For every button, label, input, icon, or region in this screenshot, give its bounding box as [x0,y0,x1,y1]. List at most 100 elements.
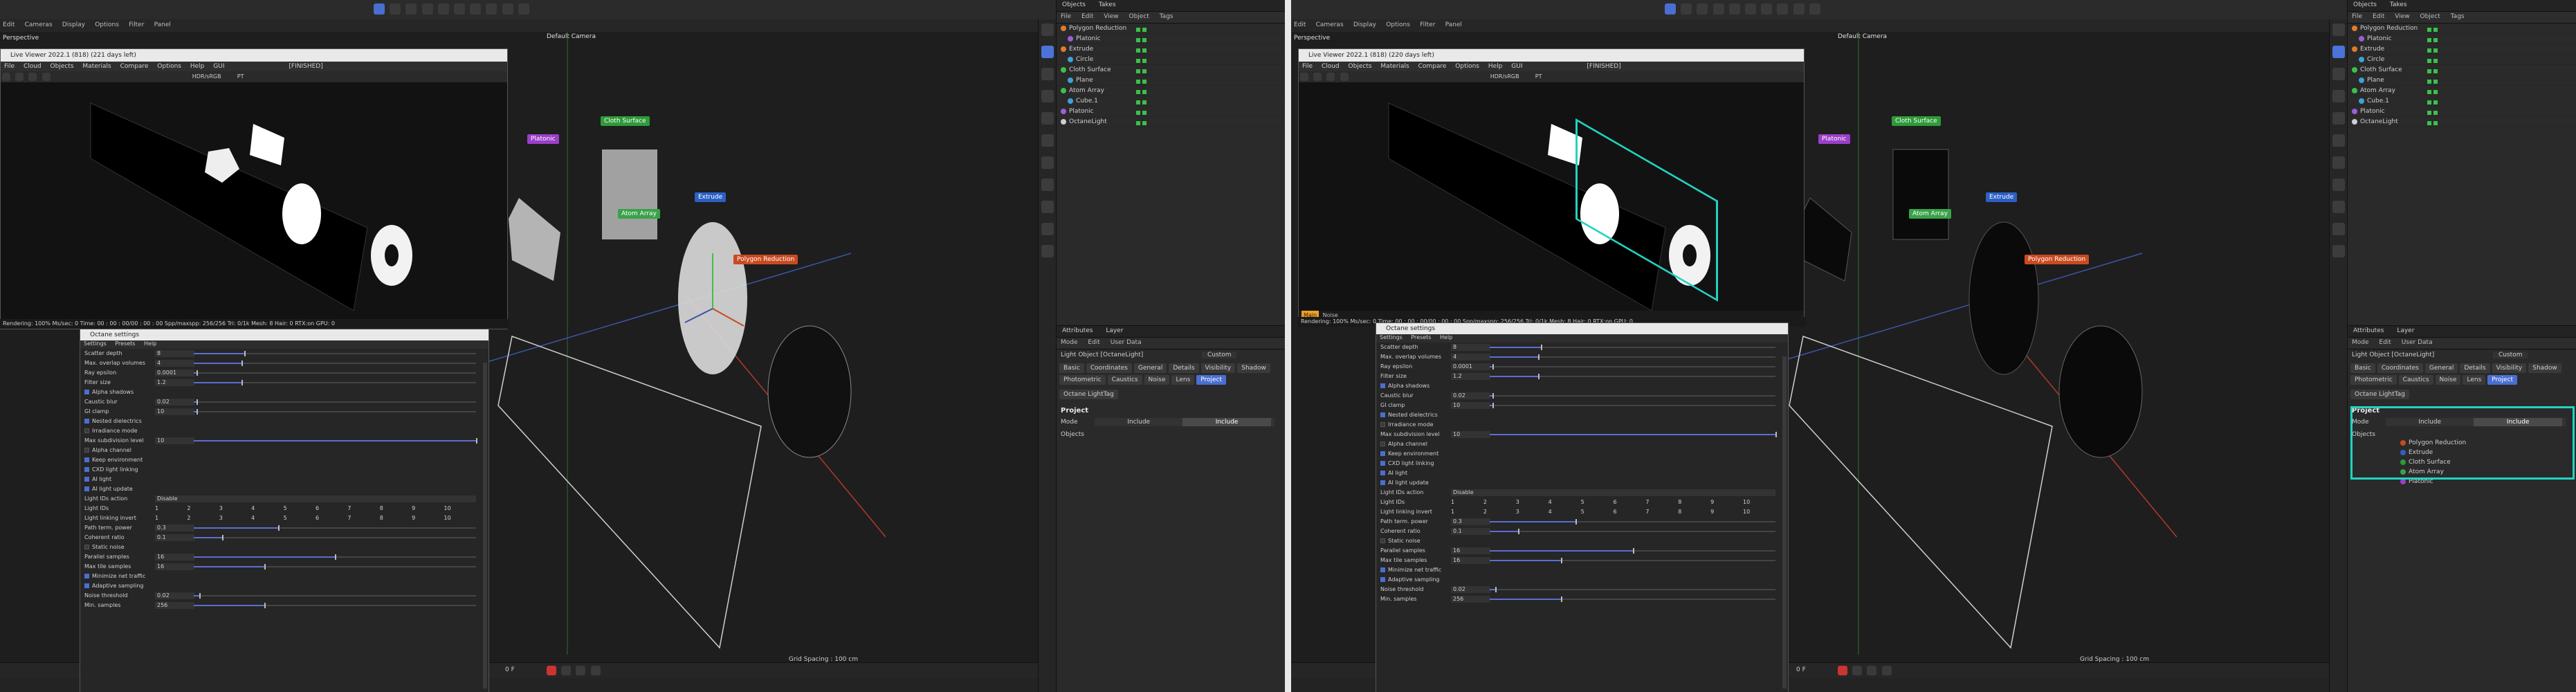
os-row-value[interactable]: 0.3 [1451,518,1490,525]
scale-tool-icon-right[interactable] [1681,3,1692,15]
objects-menu-edit-right[interactable]: Edit [2368,12,2388,21]
os-light-id-checkbox[interactable]: 10 [444,504,476,513]
octane-settings-window[interactable]: Octane settings Settings Presets Help Sc… [80,329,489,692]
attr-preset[interactable]: Custom [1202,352,1237,358]
menu-display[interactable]: Display [62,21,85,28]
render-settings-icon[interactable] [453,3,465,15]
os-light-id-checkbox[interactable]: 5 [1581,507,1614,517]
lv-stop-icon[interactable] [42,73,51,81]
os-slider-knob[interactable] [1561,558,1563,563]
objects-menu-file[interactable]: File [1057,12,1075,21]
grid-icon-right[interactable] [2332,90,2345,102]
os-row-slider[interactable] [1490,558,1775,563]
render-check-icon[interactable] [1142,90,1147,94]
light-icon-right[interactable] [1809,3,1820,15]
object-row[interactable]: Extrude [1057,44,1285,55]
os-slider-knob[interactable] [476,438,477,444]
render-check-icon[interactable] [1142,48,1147,53]
os-slider-knob[interactable] [1538,374,1540,379]
os-light-id-checkbox[interactable]: 5 [284,504,316,513]
object-row[interactable]: Platonic [1057,107,1285,117]
light-icon[interactable] [518,3,529,15]
os-row-value[interactable]: 0.02 [1451,586,1490,593]
select-tool-icon[interactable] [421,3,433,15]
model-icon[interactable] [1041,46,1054,58]
os-checkbox[interactable] [84,486,89,491]
os-checkbox[interactable] [1380,441,1385,446]
tab-objects-right[interactable]: Objects [2348,0,2382,10]
tag-atom-array-right[interactable]: Atom Array [1909,209,1951,219]
os-row-value[interactable]: 4 [1451,354,1490,361]
os-row-value[interactable]: 16 [1451,557,1490,564]
attr-menu-mode[interactable]: Mode [1057,338,1082,347]
os-checkbox[interactable] [84,467,89,472]
lv-menu-cloud[interactable]: Cloud [20,63,45,70]
os-checkbox[interactable] [84,583,89,588]
attr-section-tab[interactable]: Visibility [2492,363,2527,373]
render-check-icon[interactable] [2433,111,2438,115]
os-row-slider[interactable] [1490,393,1775,399]
objects-menu-file-right[interactable]: File [2348,12,2366,21]
pen-icon-right[interactable] [1777,3,1789,15]
render-check-icon[interactable] [2433,80,2438,84]
render-check-icon[interactable] [2433,48,2438,53]
os-slider-knob[interactable] [278,525,280,531]
camera-icon-right[interactable] [1793,3,1805,15]
visibility-check-icon[interactable] [1136,100,1140,104]
os-row-slider[interactable] [1490,403,1775,408]
object-row[interactable]: OctaneLight [2348,117,2576,127]
text-icon[interactable] [1041,68,1054,80]
os-slider-knob[interactable] [197,399,199,405]
cube-icon[interactable] [470,3,482,15]
visibility-check-icon[interactable] [2427,111,2431,115]
object-row[interactable]: Atom Array [2348,86,2576,96]
os-row-value[interactable]: 8 [155,350,194,357]
os-slider-knob[interactable] [241,380,244,385]
os-row-value[interactable]: 0.0001 [155,370,194,376]
os-row-value[interactable]: 0.02 [155,592,194,599]
attr-section-tab[interactable]: Project [1196,375,1227,385]
attr-section-tab[interactable]: Photometric [1059,375,1106,385]
lv-color-mode-right[interactable]: HDR/sRGB [1490,73,1519,80]
os-light-id-checkbox[interactable]: 10 [1743,507,1775,517]
menu-panel-right[interactable]: Panel [1445,21,1462,28]
object-row[interactable]: OctaneLight [1057,117,1285,127]
os-slider-knob[interactable] [1575,519,1577,525]
os-row-slider[interactable] [194,593,476,599]
snap-icon-right[interactable] [2332,134,2345,147]
menu-display-right[interactable]: Display [1353,21,1376,28]
tag-polygon-reduction[interactable]: Polygon Reduction [733,255,798,264]
menu-cameras-right[interactable]: Cameras [1316,21,1344,28]
os-light-id-checkbox[interactable]: 7 [347,504,379,513]
lv-pt[interactable]: PT [237,73,244,80]
os-light-id-checkbox[interactable]: 3 [1516,498,1549,507]
os-slider-knob[interactable] [1632,548,1634,554]
os-light-id-checkbox[interactable]: 9 [412,513,444,523]
object-row[interactable]: Extrude [2348,44,2576,55]
object-row[interactable]: Plane [1057,75,1285,86]
record-icon-right[interactable] [1838,666,1847,675]
render-check-icon[interactable] [1142,69,1147,73]
os-row-value[interactable]: 1.2 [1451,373,1490,380]
os-checkbox[interactable] [84,390,89,394]
menu-panel[interactable]: Panel [154,21,171,28]
mode-option-b[interactable]: Include [1182,418,1271,426]
live-viewer-render[interactable] [1,82,507,319]
lv-menu-help-right[interactable]: Help [1485,63,1506,70]
os-row-value[interactable]: 0.0001 [1451,363,1490,370]
attr-section-tab[interactable]: Coordinates [2377,363,2423,373]
menu-options-right[interactable]: Options [1386,21,1410,28]
os-row-slider[interactable] [194,535,476,540]
lv-restart-icon[interactable] [15,73,24,81]
render-check-icon[interactable] [1142,100,1147,104]
os-checkbox[interactable] [84,448,89,453]
os-row-slider[interactable] [1490,529,1775,534]
os-row-slider[interactable] [194,554,476,560]
os-row-value[interactable]: 8 [1451,344,1490,351]
move-tool-icon-right[interactable] [1665,3,1676,15]
tab-takes-right[interactable]: Takes [2384,0,2413,10]
paint-icon[interactable] [1041,245,1054,257]
render-settings-icon-right[interactable] [1744,3,1756,15]
lv-menu-objects-right[interactable]: Objects [1345,63,1376,70]
object-row[interactable]: Cloth Surface [1057,65,1285,75]
